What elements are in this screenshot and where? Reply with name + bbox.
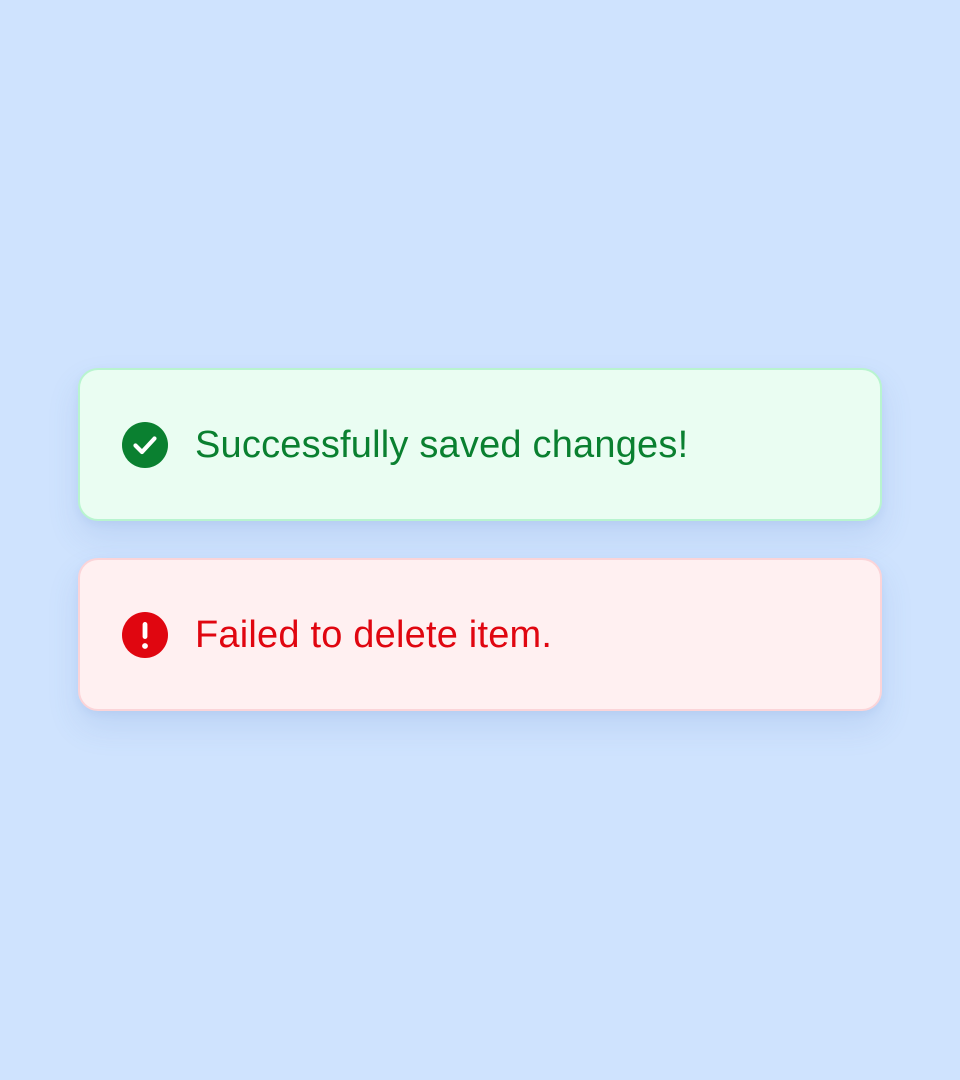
error-toast: Failed to delete item. <box>78 558 882 711</box>
check-circle-icon <box>121 421 169 469</box>
error-message: Failed to delete item. <box>195 613 553 656</box>
toast-stack: Successfully saved changes! Failed to de… <box>78 368 882 711</box>
success-toast: Successfully saved changes! <box>78 368 882 521</box>
exclamation-circle-icon <box>121 611 169 659</box>
success-message: Successfully saved changes! <box>195 423 689 466</box>
